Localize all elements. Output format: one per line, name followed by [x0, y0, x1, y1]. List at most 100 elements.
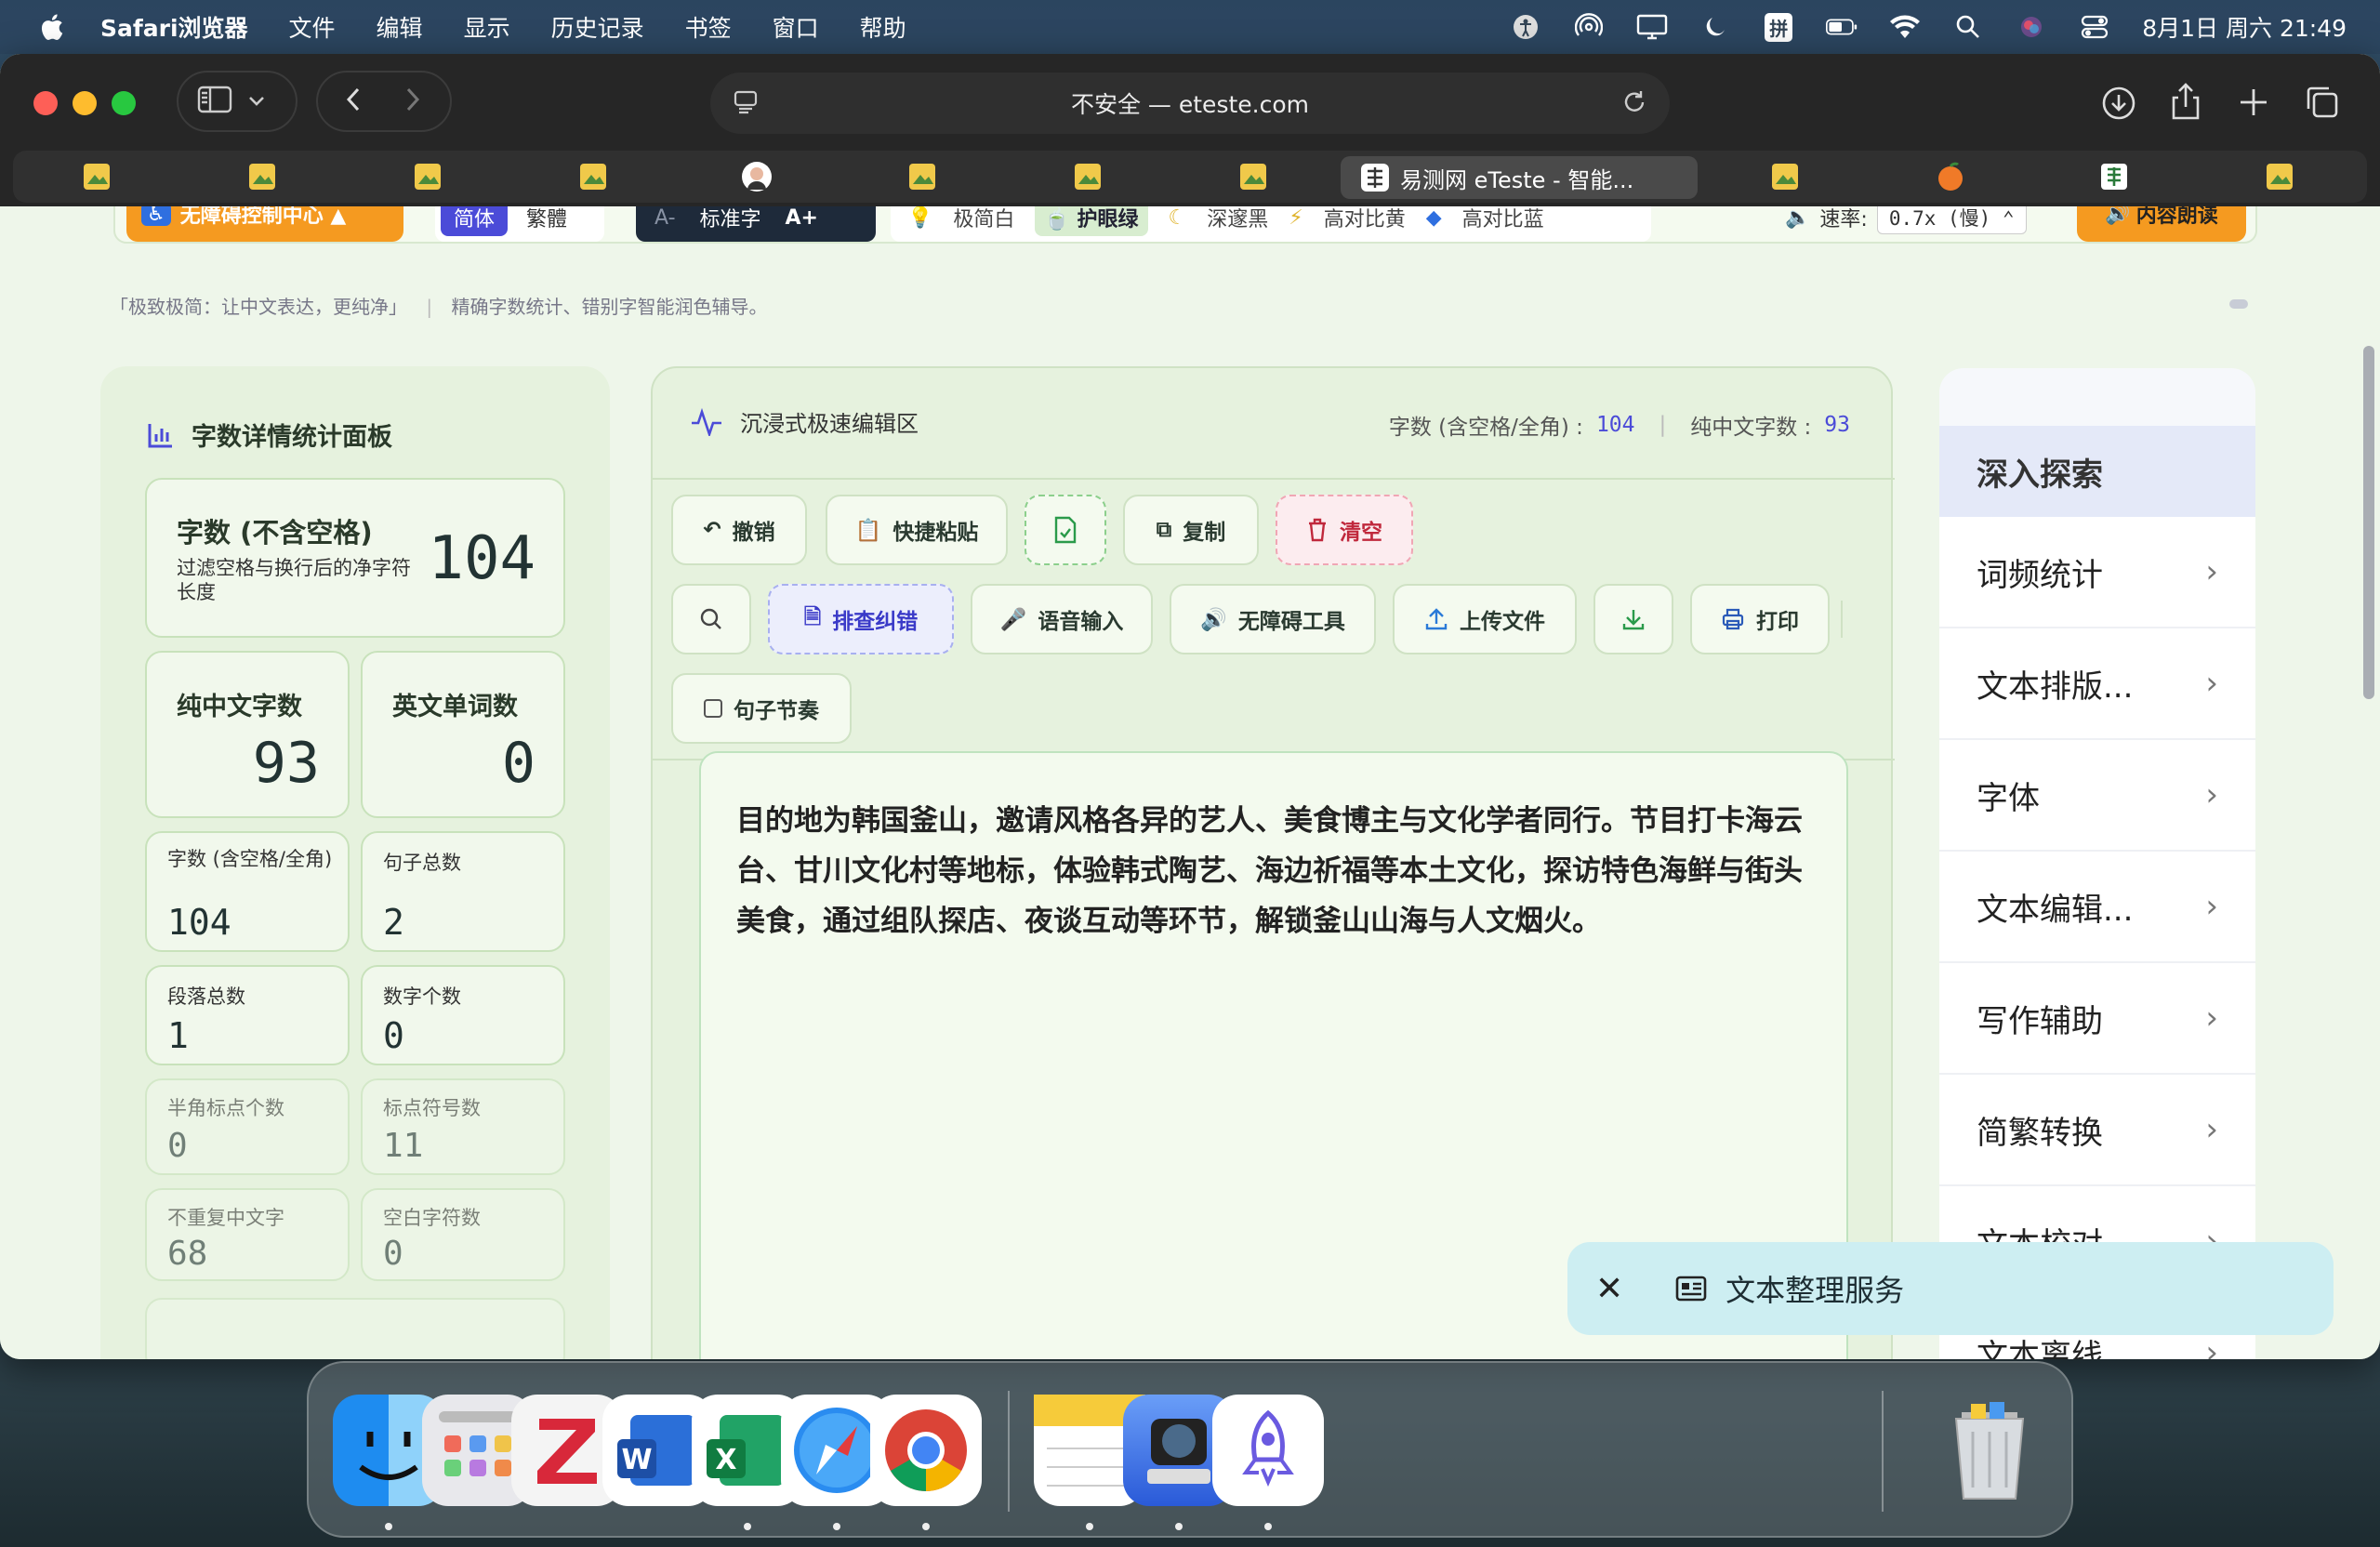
page-scrollbar[interactable]: [2363, 346, 2374, 699]
download-icon[interactable]: [2101, 86, 2136, 125]
favicon-icon[interactable]: [1236, 160, 1270, 193]
new-tab-icon[interactable]: [2239, 87, 2268, 121]
clear-button[interactable]: 清空: [1276, 495, 1413, 565]
accessibility-icon[interactable]: [1510, 13, 1541, 41]
stat-card: 字数 (含空格/全角) 104: [145, 831, 350, 952]
menu-window[interactable]: 窗口: [773, 10, 819, 44]
voice-input-button[interactable]: 🎤 语音输入: [971, 584, 1153, 654]
favicon-icon[interactable]: [80, 160, 113, 193]
siri-icon[interactable]: [2016, 13, 2047, 41]
favicon-icon[interactable]: [1071, 160, 1104, 193]
favicon-icon[interactable]: [576, 160, 610, 193]
minimize-window-button[interactable]: [73, 91, 97, 115]
favicon-icon[interactable]: [2263, 160, 2296, 193]
font-larger-button[interactable]: A+: [786, 206, 818, 230]
avatar-favicon-icon[interactable]: [740, 160, 774, 193]
running-indicator: [385, 1523, 392, 1530]
read-aloud-label: 内容朗读: [2135, 206, 2218, 228]
copy-button[interactable]: ⧉ 复制: [1123, 495, 1259, 565]
menu-edit[interactable]: 编辑: [377, 10, 423, 44]
text-service-label[interactable]: 文本整理服务: [1726, 1267, 1904, 1310]
menu-file[interactable]: 文件: [289, 10, 336, 44]
favicon-icon[interactable]: [411, 160, 444, 193]
clock[interactable]: 8月1日 周六 21:49: [2142, 10, 2347, 44]
forward-icon[interactable]: [403, 86, 422, 117]
battery-icon[interactable]: [1826, 13, 1858, 41]
airdrop-icon[interactable]: [1573, 13, 1605, 41]
rocket-app-icon[interactable]: [1212, 1395, 1324, 1506]
spotlight-search-icon[interactable]: [1952, 13, 1984, 41]
page-menu-icon[interactable]: [733, 89, 759, 121]
tab-overview-icon[interactable]: [2306, 86, 2339, 123]
theme-eye-green[interactable]: 🍵 护眼绿: [1035, 206, 1148, 236]
favicon-icon[interactable]: [906, 160, 939, 193]
upload-icon: [1425, 608, 1448, 630]
stat-card: 空白字符数 0: [361, 1188, 565, 1281]
sidebar-item-word-frequency[interactable]: 词频统计 ›: [1939, 517, 2255, 628]
read-aloud-button[interactable]: 🔊 内容朗读: [2077, 206, 2246, 242]
sidebar-icon[interactable]: [197, 86, 232, 117]
menu-help[interactable]: 帮助: [860, 10, 906, 44]
active-tab[interactable]: 易测网 eTeste - 智能...: [1341, 156, 1698, 199]
book-favicon-icon[interactable]: [2097, 160, 2131, 193]
address-bar[interactable]: 不安全 — eteste.com: [710, 73, 1670, 134]
traditional-button[interactable]: 繁體: [513, 206, 580, 236]
theme-deep-black[interactable]: 深邃黑: [1207, 206, 1268, 232]
menu-bookmarks[interactable]: 书签: [685, 10, 732, 44]
sentence-rhythm-toggle[interactable]: 句子节奏: [671, 673, 852, 744]
chevron-down-icon[interactable]: [247, 93, 266, 111]
share-icon[interactable]: [2170, 82, 2202, 125]
sidebar-item-writing-assist[interactable]: 写作辅助 ›: [1939, 963, 2255, 1075]
menu-history[interactable]: 历史记录: [551, 10, 644, 44]
history-nav-group: [316, 71, 452, 132]
smart-doc-button[interactable]: [1025, 495, 1106, 565]
favicon-icon[interactable]: [245, 160, 279, 193]
orange-favicon-icon[interactable]: [1934, 160, 1967, 193]
input-method-icon[interactable]: 拼: [1763, 12, 1794, 42]
proofread-button[interactable]: 🗎 排查纠错: [768, 584, 954, 654]
sidebar-item-script-convert[interactable]: 简繁转换 ›: [1939, 1075, 2255, 1186]
moon-icon[interactable]: [1699, 13, 1731, 41]
upload-file-button[interactable]: 上传文件: [1393, 584, 1577, 654]
a11y-tools-button[interactable]: 🔊 无障碍工具: [1170, 584, 1376, 654]
stat-value: 104: [167, 902, 231, 943]
theme-high-contrast-blue[interactable]: 高对比蓝: [1462, 206, 1544, 232]
theme-minimal-white[interactable]: 极简白: [953, 206, 1014, 232]
simplified-button[interactable]: 简体: [441, 206, 509, 236]
trash-icon[interactable]: [1934, 1395, 2045, 1506]
search-button[interactable]: [671, 584, 751, 654]
undo-label: 撤销: [732, 521, 775, 545]
zoom-window-button[interactable]: [112, 91, 136, 115]
url-text[interactable]: 不安全 — eteste.com: [1071, 86, 1309, 120]
reload-icon[interactable]: [1621, 89, 1647, 121]
sidebar-item-text-editing[interactable]: 文本编辑... ›: [1939, 852, 2255, 963]
display-icon[interactable]: [1636, 13, 1668, 41]
sidebar-item-text-layout[interactable]: 文本排版... ›: [1939, 628, 2255, 740]
download-file-button[interactable]: [1593, 584, 1673, 654]
print-button[interactable]: 打印: [1690, 584, 1830, 654]
undo-button[interactable]: ↶ 撤销: [671, 495, 807, 565]
menu-view[interactable]: 显示: [464, 10, 510, 44]
control-center-icon[interactable]: [2079, 13, 2110, 41]
close-icon[interactable]: ✕: [1595, 1270, 1623, 1308]
bar-chart-icon: [148, 423, 172, 447]
chrome-icon[interactable]: [870, 1395, 982, 1506]
sidebar-item-font[interactable]: 字体 ›: [1939, 740, 2255, 852]
speech-rate-control: 🔈 速率: 0.7x (慢) ⌃: [1770, 206, 2042, 242]
a11y-control-center-label: 无障碍控制中心 ▲: [179, 206, 347, 228]
a11y-control-center-button[interactable]: ♿ 无障碍控制中心 ▲: [126, 206, 403, 242]
close-window-button[interactable]: [33, 91, 58, 115]
theme-high-contrast-yellow[interactable]: 高对比黄: [1324, 206, 1406, 232]
speech-rate-select[interactable]: 0.7x (慢) ⌃: [1876, 206, 2027, 234]
speaker-wave-icon: 🔊: [1200, 607, 1227, 632]
apple-icon[interactable]: [37, 12, 65, 42]
web-page: ♿ 无障碍控制中心 ▲ 简体 繁體 A- 标准字 A+ 💡 极简白 🍵 护眼绿 ☾…: [0, 206, 2380, 1359]
favicon-icon[interactable]: [1768, 160, 1802, 193]
quick-paste-button[interactable]: 📋 快捷粘贴: [826, 495, 1008, 565]
wifi-icon[interactable]: [1889, 13, 1921, 41]
font-smaller-button[interactable]: A-: [654, 206, 676, 230]
dock: W X: [307, 1361, 2073, 1538]
back-icon[interactable]: [344, 86, 363, 117]
font-standard-button[interactable]: 标准字: [700, 206, 761, 232]
menu-app-name[interactable]: Safari浏览器: [100, 10, 248, 44]
